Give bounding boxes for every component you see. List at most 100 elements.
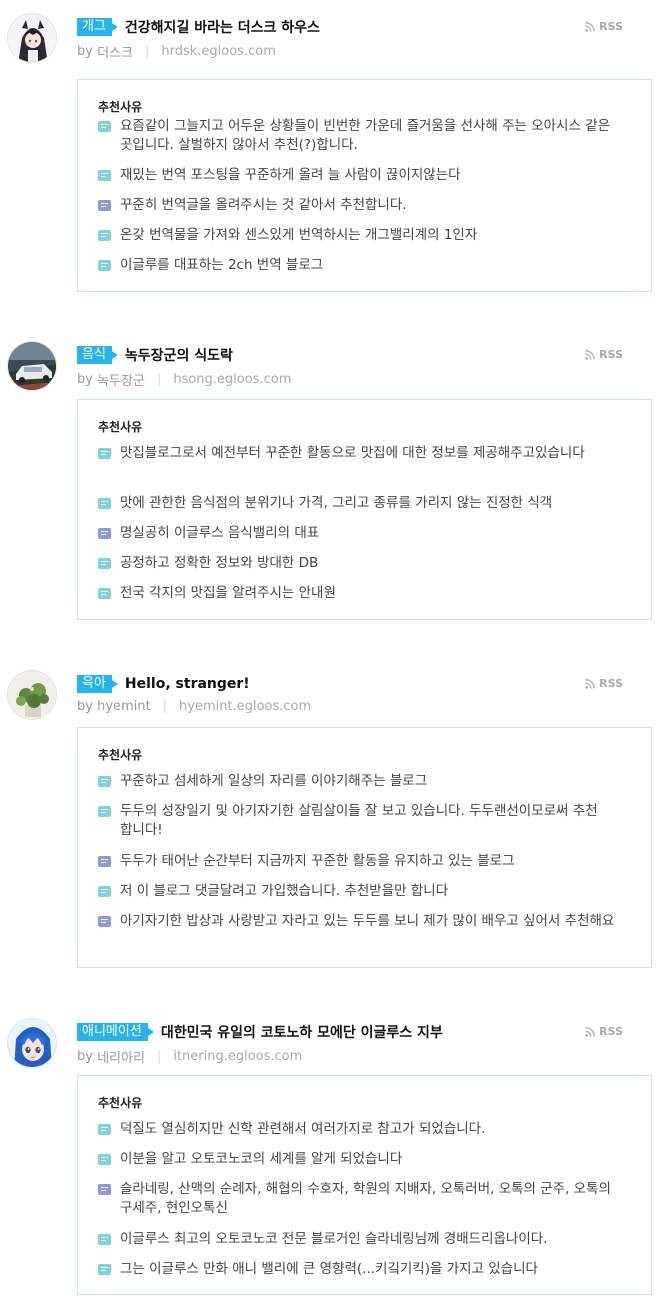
rss-link[interactable]: RSS	[585, 677, 623, 690]
author-link[interactable]: 네리아리	[97, 1047, 145, 1066]
comment-icon	[98, 886, 111, 897]
reason-item: 명실공히 이글루스 음식밸리의 대표	[98, 524, 633, 543]
reason-text: 꾸준히 번역글을 올려주시는 것 같아서 추천합니다.	[120, 197, 407, 213]
reason-item: 꾸준하고 섬세하게 일상의 자리를 이야기해주는 블로그	[98, 772, 633, 791]
reason-text: 공정하고 정확한 정보와 방대한 DB	[120, 555, 319, 571]
reason-heading: 추천사유	[98, 748, 143, 762]
blog-card: 음식 녹두장군의 식도락 RSS by 녹두장군 | hsong.egloos.…	[0, 328, 659, 628]
blog-url-link[interactable]: itnering.egloos.com	[173, 1049, 302, 1064]
rss-icon	[585, 1026, 596, 1037]
rss-icon	[585, 349, 596, 360]
reason-item: 온갖 번역물을 가져와 센스있게 번역하시는 개그밸리계의 1인자	[98, 226, 633, 245]
reason-heading: 추천사유	[98, 420, 143, 434]
by-label: by	[77, 1049, 93, 1064]
comment-icon	[98, 528, 111, 539]
comment-icon	[98, 1124, 111, 1135]
reason-text: 그는 이글루스 만화 애니 밸리에 큰 영향력(...키깈기킥)을 가지고 있습…	[120, 1261, 538, 1277]
author-link[interactable]: 더스크	[97, 42, 133, 61]
reason-item: 맛집블로그로서 예전부터 꾸준한 활동으로 맛집에 대한 정보를 제공해주고있습…	[98, 444, 633, 463]
blog-url-link[interactable]: hsong.egloos.com	[173, 372, 291, 387]
reason-text: 요즘같이 그늘지고 어두운 상황들이 빈번한 가운데 즐거움을 선사해 주는 오…	[120, 118, 611, 153]
blog-header: 개그 건강해지길 바라는 더스크 하우스	[77, 17, 320, 37]
reason-item: 맛에 관한한 음식점의 분위기나 가격, 그리고 종류를 가리지 않는 진정한 …	[98, 494, 633, 513]
blog-header: 음식 녹두장군의 식도락	[77, 345, 233, 365]
divider: |	[156, 372, 162, 387]
comment-icon	[98, 1264, 111, 1275]
reason-text: 이분을 알고 오토코노코의 세계를 알게 되었습니다	[120, 1151, 403, 1167]
blog-title[interactable]: Hello, stranger!	[125, 676, 250, 692]
by-label: by	[77, 372, 93, 387]
rss-icon	[585, 21, 596, 32]
category-badge[interactable]: 개그	[77, 18, 118, 36]
reason-item: 이글루를 대표하는 2ch 번역 블로그	[98, 256, 633, 275]
reason-item: 아기자기한 밥상과 사랑받고 자라고 있는 두두를 보니 제가 많이 배우고 싶…	[98, 912, 633, 931]
blog-url-link[interactable]: hrdsk.egloos.com	[161, 44, 275, 59]
divider: |	[144, 44, 150, 59]
comment-icon	[98, 588, 111, 599]
blog-url-link[interactable]: hyemint.egloos.com	[179, 699, 311, 714]
reason-item: 이분을 알고 오토코노코의 세계를 알게 되었습니다	[98, 1150, 633, 1169]
by-label: by	[77, 44, 93, 59]
blog-card: 애니메이션 대한민국 유일의 코토노하 모에단 이글루스 지부 RSS by 네…	[0, 1005, 659, 1307]
reason-heading: 추천사유	[98, 100, 143, 114]
comment-icon	[98, 1154, 111, 1165]
divider: |	[156, 1049, 162, 1064]
comment-icon	[98, 200, 111, 211]
reason-item: 저 이 블로그 댓글달려고 가입했습니다. 추천받을만 합니다	[98, 882, 633, 901]
blog-header: 육아 Hello, stranger!	[77, 674, 250, 694]
reason-item: 슬라네링, 산맥의 순례자, 해협의 수호자, 학원의 지배자, 오톡러버, 오…	[98, 1180, 633, 1218]
byline: by hyemint | hyemint.egloos.com	[77, 699, 311, 714]
reason-text: 맛에 관한한 음식점의 분위기나 가격, 그리고 종류를 가리지 않는 진정한 …	[120, 495, 553, 511]
avatar[interactable]	[7, 670, 57, 720]
comment-icon	[98, 498, 111, 509]
recommendation-box: 추천사유 꾸준하고 섬세하게 일상의 자리를 이야기해주는 블로그 두두의 성장…	[77, 727, 652, 968]
author-link[interactable]: hyemint	[97, 699, 151, 714]
blog-title[interactable]: 대한민국 유일의 코토노하 모에단 이글루스 지부	[161, 1022, 443, 1042]
category-badge[interactable]: 애니메이션	[77, 1023, 154, 1041]
comment-icon	[98, 230, 111, 241]
reason-item: 이글루스 최고의 오토코노코 전문 블로거인 슬라네링님께 경배드리옵나이다.	[98, 1230, 633, 1249]
comment-icon	[98, 1234, 111, 1245]
reason-item: 공정하고 정확한 정보와 방대한 DB	[98, 554, 633, 573]
blog-card: 육아 Hello, stranger! RSS by hyemint | hye…	[0, 657, 659, 977]
recommendation-box: 추천사유 맛집블로그로서 예전부터 꾸준한 활동으로 맛집에 대한 정보를 제공…	[77, 399, 652, 620]
reason-item: 요즘같이 그늘지고 어두운 상황들이 빈번한 가운데 즐거움을 선사해 주는 오…	[98, 117, 633, 155]
reason-text: 꾸준하고 섬세하게 일상의 자리를 이야기해주는 블로그	[120, 773, 428, 789]
rss-link[interactable]: RSS	[585, 20, 623, 33]
comment-icon	[98, 856, 111, 867]
avatar[interactable]	[7, 1018, 57, 1068]
rss-label: RSS	[599, 1025, 623, 1038]
reason-text: 아기자기한 밥상과 사랑받고 자라고 있는 두두를 보니 제가 많이 배우고 싶…	[120, 913, 615, 929]
comment-icon	[98, 558, 111, 569]
rss-link[interactable]: RSS	[585, 1025, 623, 1038]
comment-icon	[98, 1184, 111, 1195]
comment-icon	[98, 448, 111, 459]
reason-text: 전국 각지의 맛집을 알려주시는 안내원	[120, 585, 336, 601]
reason-text: 저 이 블로그 댓글달려고 가입했습니다. 추천받을만 합니다	[120, 883, 449, 899]
rss-label: RSS	[599, 677, 623, 690]
rss-icon	[585, 678, 596, 689]
comment-icon	[98, 916, 111, 927]
reason-text: 슬라네링, 산맥의 순례자, 해협의 수호자, 학원의 지배자, 오톡러버, 오…	[120, 1181, 611, 1216]
comment-icon	[98, 776, 111, 787]
blog-title[interactable]: 녹두장군의 식도락	[125, 345, 233, 365]
recommendation-box: 추천사유 요즘같이 그늘지고 어두운 상황들이 빈번한 가운데 즐거움을 선사해…	[77, 79, 652, 292]
category-badge[interactable]: 육아	[77, 675, 118, 693]
reason-item: 두두의 성장일기 및 아기자기한 살림살이들 잘 보고 있습니다. 두두랜선이모…	[98, 802, 633, 840]
reason-heading: 추천사유	[98, 1096, 143, 1110]
byline: by 녹두장군 | hsong.egloos.com	[77, 370, 291, 389]
avatar[interactable]	[7, 13, 57, 63]
rss-link[interactable]: RSS	[585, 348, 623, 361]
comment-icon	[98, 170, 111, 181]
reason-text: 덕질도 열심히지만 신학 관련해서 여러가지로 참고가 되었습니다.	[120, 1121, 486, 1137]
author-link[interactable]: 녹두장군	[97, 370, 145, 389]
reason-item: 전국 각지의 맛집을 알려주시는 안내원	[98, 584, 633, 603]
divider: |	[162, 699, 168, 714]
category-badge[interactable]: 음식	[77, 346, 118, 364]
reason-text: 두두의 성장일기 및 아기자기한 살림살이들 잘 보고 있습니다. 두두랜선이모…	[120, 803, 598, 838]
avatar[interactable]	[7, 341, 57, 391]
reason-item: 재밌는 번역 포스팅을 꾸준하게 올려 늘 사람이 끊이지않는다	[98, 166, 633, 185]
reason-text: 맛집블로그로서 예전부터 꾸준한 활동으로 맛집에 대한 정보를 제공해주고있습…	[120, 445, 585, 461]
blog-title[interactable]: 건강해지길 바라는 더스크 하우스	[125, 17, 320, 37]
reason-text: 명실공히 이글루스 음식밸리의 대표	[120, 525, 320, 541]
